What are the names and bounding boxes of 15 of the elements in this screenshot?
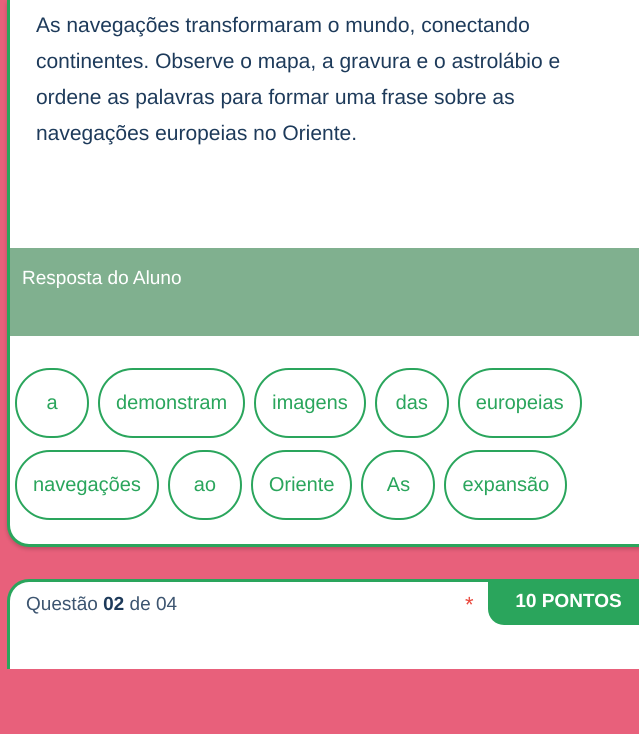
word-chip[interactable]: europeias [458, 368, 582, 438]
question-counter: Questão 02 de 04 [26, 594, 178, 616]
word-chip[interactable]: ao [168, 450, 242, 520]
word-chip[interactable]: das [374, 368, 449, 438]
word-chip[interactable]: navegações [15, 450, 159, 520]
word-chip[interactable]: expansão [444, 450, 568, 520]
word-chip[interactable]: Oriente [250, 450, 352, 520]
word-chip[interactable]: demonstram [98, 368, 246, 438]
word-chip[interactable]: imagens [254, 368, 366, 438]
word-chip[interactable]: a [15, 368, 89, 438]
required-mark: * [465, 592, 474, 618]
question-text: As navegações transformaram o mundo, conectando continentes. Observe o mapa, a gravura e o astrolábio e ordene as palavras para formar uma frase sobre as navegações europeias no Oriente. [35, 13, 562, 147]
points-badge: 10 PONTOS [488, 579, 639, 625]
answer-title: Resposta do Aluno [22, 268, 182, 290]
word-chip[interactable]: As [361, 450, 436, 520]
